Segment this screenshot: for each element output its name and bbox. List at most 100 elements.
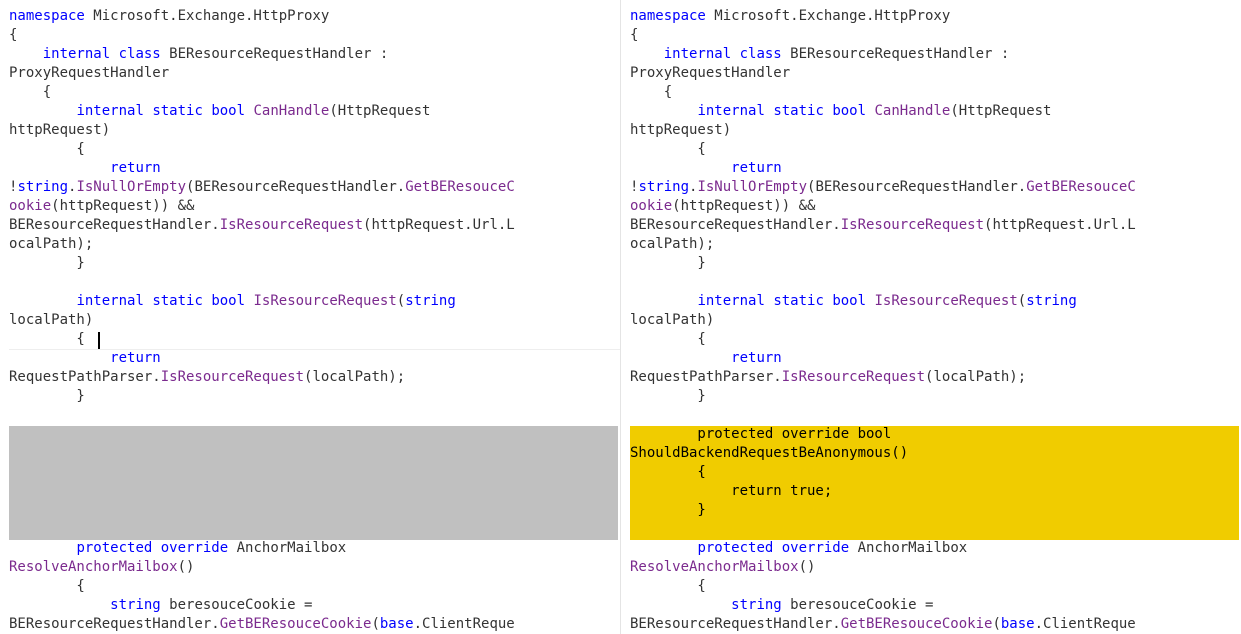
added-code-line: {	[630, 463, 1241, 482]
method-token: GetBEResouceCookie	[219, 616, 372, 632]
code-line: {	[630, 330, 1241, 349]
plain-token: BEResourceRequestHandler.	[9, 217, 220, 233]
plain-token: ProxyRequestHandler	[630, 65, 791, 81]
plain-token: (httpRequest)) &&	[51, 198, 203, 214]
keyword-token: string	[731, 597, 782, 613]
plain-token: (	[396, 293, 406, 309]
plain-token: {	[9, 578, 85, 594]
diff-viewer: namespace Microsoft.Exchange.HttpProxy{ …	[0, 0, 1241, 634]
code-line: BEResourceRequestHandler.GetBEResouceCoo…	[630, 615, 1241, 634]
keyword-token: static	[773, 103, 824, 119]
plain-token: {	[9, 27, 18, 43]
keyword-token: class	[118, 46, 161, 62]
keyword-token: protected	[697, 540, 774, 556]
plain-token: }	[630, 255, 706, 271]
added-token: }	[630, 502, 706, 518]
plain-token: {	[9, 84, 52, 100]
plain-token: {	[630, 141, 706, 157]
keyword-token: return	[731, 160, 782, 176]
code-line: BEResourceRequestHandler.IsResourceReque…	[9, 216, 620, 235]
code-line: return	[630, 349, 1241, 368]
plain-token: (	[1017, 293, 1027, 309]
code-line: BEResourceRequestHandler.GetBEResouceCoo…	[9, 615, 620, 634]
code-line: ResolveAnchorMailbox()	[9, 558, 620, 577]
code-line: {	[630, 140, 1241, 159]
code-line: internal class BEResourceRequestHandler …	[9, 45, 620, 64]
plain-token: beresouceCookie =	[781, 597, 934, 613]
method-token: IsResourceRequest	[160, 369, 305, 385]
plain-token: (HttpRequest	[950, 103, 1052, 119]
plain-token: BEResourceRequestHandler.	[630, 616, 841, 632]
plain-token: (HttpRequest	[329, 103, 431, 119]
keyword-token: override	[781, 540, 850, 556]
code-line: namespace Microsoft.Exchange.HttpProxy	[9, 7, 620, 26]
code-line: return	[9, 349, 620, 368]
code-line: ProxyRequestHandler	[9, 64, 620, 83]
plain-token: ocalPath);	[630, 236, 715, 252]
code-line: ResolveAnchorMailbox()	[630, 558, 1241, 577]
plain-token: .ClientReque	[413, 616, 515, 632]
plain-token: (	[992, 616, 1001, 632]
code-line: return	[630, 159, 1241, 178]
keyword-token: bool	[832, 293, 867, 309]
keyword-token: string	[638, 179, 690, 195]
plain-token: {	[630, 578, 706, 594]
added-token: {	[630, 464, 706, 480]
keyword-token: string	[110, 597, 161, 613]
keyword-token: bool	[211, 293, 246, 309]
plain-token: (BEResourceRequestHandler.	[186, 179, 406, 195]
code-line: RequestPathParser.IsResourceRequest(loca…	[9, 368, 620, 387]
added-token: return true;	[630, 483, 833, 499]
code-line: internal static bool IsResourceRequest(s…	[630, 292, 1241, 311]
method-token: ookie	[9, 198, 52, 214]
code-line: internal static bool IsResourceRequest(s…	[9, 292, 620, 311]
plain-token: ocalPath);	[9, 236, 94, 252]
plain-token: RequestPathParser.	[630, 369, 782, 385]
code-line: {	[9, 330, 620, 349]
plain-token: localPath)	[630, 312, 715, 328]
plain-token: {	[630, 84, 673, 100]
right-code-pane[interactable]: namespace Microsoft.Exchange.HttpProxy{ …	[621, 0, 1241, 634]
plain-token: (httpRequest.Url.L	[984, 217, 1136, 233]
left-code-pane[interactable]: namespace Microsoft.Exchange.HttpProxy{ …	[0, 0, 620, 634]
plain-token: AnchorMailbox	[228, 540, 347, 556]
keyword-token: base	[379, 616, 414, 632]
plain-token: (httpRequest)) &&	[672, 198, 824, 214]
keyword-token: static	[773, 293, 824, 309]
keyword-token: internal	[76, 293, 144, 309]
text-cursor	[98, 332, 100, 349]
plain-token: .ClientReque	[1034, 616, 1136, 632]
plain-token: localPath)	[9, 312, 94, 328]
method-token: CanHandle	[874, 103, 951, 119]
keyword-token: string	[17, 179, 69, 195]
code-line: {	[9, 26, 620, 45]
keyword-token: return	[110, 160, 161, 176]
code-line: ocalPath);	[9, 235, 620, 254]
code-line: ookie(httpRequest)) &&	[9, 197, 620, 216]
keyword-token: return	[731, 350, 782, 366]
plain-token: httpRequest)	[9, 122, 111, 138]
plain-token: (localPath);	[304, 369, 406, 385]
code-line: httpRequest)	[9, 121, 620, 140]
code-line: {	[9, 577, 620, 596]
code-line: {	[630, 577, 1241, 596]
code-line: {	[9, 83, 620, 102]
code-line: BEResourceRequestHandler.IsResourceReque…	[630, 216, 1241, 235]
code-line: protected override AnchorMailbox	[630, 539, 1241, 558]
method-token: IsNullOrEmpty	[76, 179, 187, 195]
plain-token: {	[630, 331, 706, 347]
plain-token: ()	[177, 559, 195, 575]
keyword-token: string	[1026, 293, 1077, 309]
added-code-line: protected override bool	[630, 425, 1241, 444]
code-line: }	[630, 387, 1241, 406]
keyword-token: static	[152, 293, 203, 309]
keyword-token: internal	[76, 103, 144, 119]
